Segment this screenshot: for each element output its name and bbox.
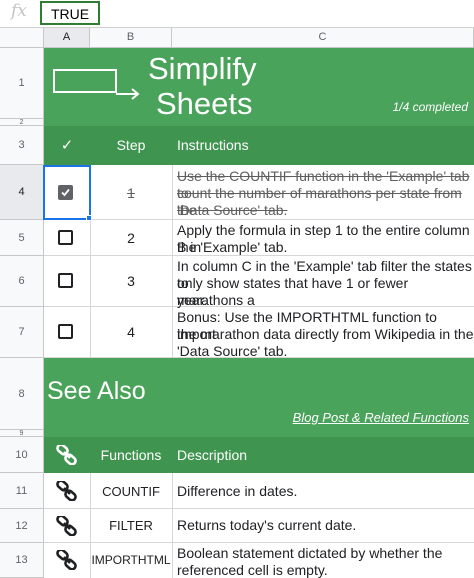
row-header-5[interactable]: 5 xyxy=(0,220,44,256)
step-3-checkbox[interactable] xyxy=(58,273,73,288)
step-3-number: 3 xyxy=(127,273,135,289)
formula-input[interactable]: TRUE xyxy=(40,1,100,25)
function-description-importhtml-line-1: Boolean statement dictated by whether th… xyxy=(177,545,443,561)
row-header-2[interactable]: 2 xyxy=(0,119,44,126)
link-icon xyxy=(56,481,77,501)
select-all-corner[interactable] xyxy=(0,28,44,48)
fill-handle[interactable] xyxy=(86,215,92,221)
step-4-line-2: the marathon data directly from Wikipedi… xyxy=(177,326,474,342)
function-description-importhtml-line-2: referenced cell is empty. xyxy=(177,562,328,578)
progress-text: 1/4 completed xyxy=(392,100,468,114)
column-header-a[interactable]: A xyxy=(44,28,90,48)
column-header-c[interactable]: C xyxy=(172,28,474,48)
formula-bar: fx TRUE xyxy=(0,0,474,28)
row-header-13[interactable]: 13 xyxy=(0,543,44,578)
blog-post-link[interactable]: Blog Post & Related Functions xyxy=(293,409,469,426)
function-name-filter: FILTER xyxy=(109,518,153,533)
row-header-12[interactable]: 12 xyxy=(0,509,44,543)
step-3-line-3: year. xyxy=(177,292,208,308)
link-icon xyxy=(56,445,77,465)
row-header-4[interactable]: 4 xyxy=(0,165,44,220)
step-3-line-2: only show states that have 1 or fewer ma… xyxy=(177,275,409,308)
see-also-title: See Also xyxy=(47,377,146,405)
arrow-logo-icon xyxy=(53,69,140,100)
function-description-countif: Difference in dates. xyxy=(177,483,298,499)
row-header-9[interactable]: 9 xyxy=(0,430,44,437)
link-icon xyxy=(56,550,77,570)
row-header-7[interactable]: 7 xyxy=(0,307,44,358)
step-1-number: 1 xyxy=(127,185,135,201)
steps-header: ✓ Step Instructions xyxy=(44,126,474,165)
function-name-countif: COUNTIF xyxy=(102,484,160,499)
step-4-checkbox[interactable] xyxy=(58,324,73,339)
step-1-line-3: 'Data Source' tab. xyxy=(177,202,288,218)
step-column-header: Step xyxy=(116,137,146,153)
link-icon xyxy=(56,516,77,536)
formula-value: TRUE xyxy=(50,6,90,22)
row-header-11[interactable]: 11 xyxy=(0,473,44,509)
row-header-1[interactable]: 1 xyxy=(0,48,44,119)
instructions-column-header: Instructions xyxy=(177,137,249,153)
step-2-checkbox[interactable] xyxy=(58,230,73,245)
row-header-3[interactable]: 3 xyxy=(0,126,44,165)
row-header-6[interactable]: 6 xyxy=(0,256,44,307)
row-header-10[interactable]: 10 xyxy=(0,437,44,473)
functions-header: Functions Description xyxy=(44,437,474,473)
fx-icon: fx xyxy=(11,1,27,21)
see-also-banner: See Also Blog Post & Related Functions xyxy=(44,358,474,437)
step-2-number: 2 xyxy=(127,230,135,246)
description-column-header: Description xyxy=(177,447,248,463)
check-column-header: ✓ xyxy=(60,137,74,154)
step-2-line-2: the 'Example' tab. xyxy=(177,239,288,255)
function-name-importhtml: IMPORTHTML xyxy=(91,553,171,567)
step-4-number: 4 xyxy=(127,324,135,340)
active-cell-selection xyxy=(43,165,91,220)
banner-title-line1: Simplify xyxy=(148,51,257,86)
column-header-b[interactable]: B xyxy=(90,28,172,48)
banner: Simplify Sheets 1/4 completed xyxy=(44,48,474,126)
banner-title-line2: Sheets xyxy=(156,86,253,121)
functions-column-header: Functions xyxy=(100,447,162,463)
row-header-8[interactable]: 8 xyxy=(0,358,44,430)
function-description-filter: Returns today's current date. xyxy=(177,517,357,533)
